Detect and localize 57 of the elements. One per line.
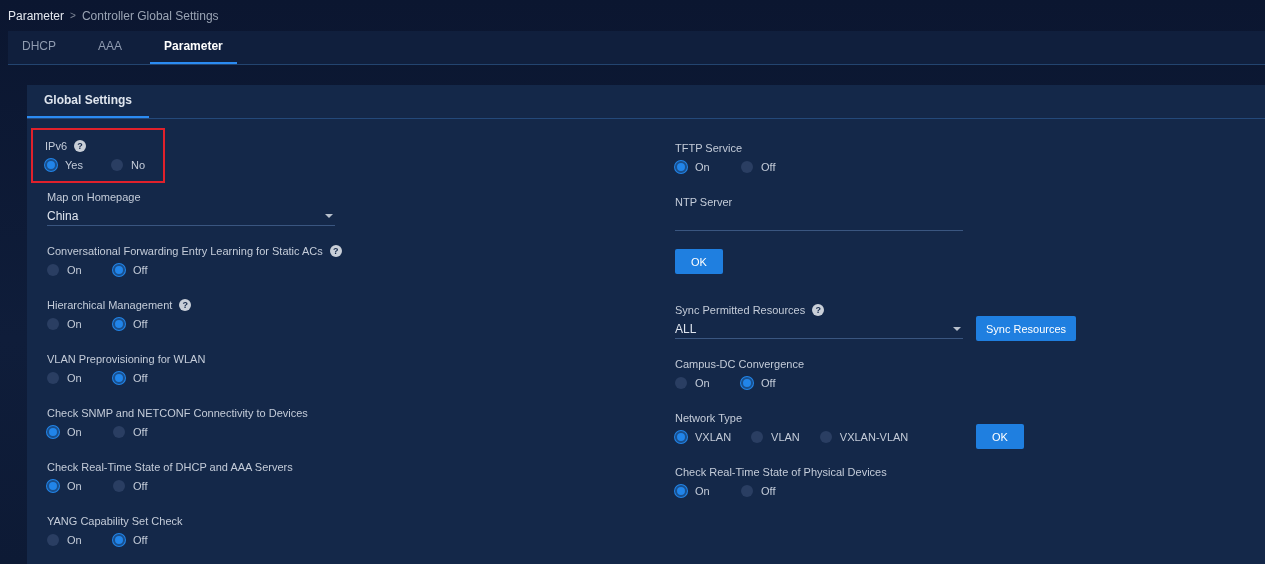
field-label: VLAN Preprovisioning for WLAN: [47, 353, 206, 365]
panel-tab[interactable]: Global Settings: [27, 85, 149, 118]
radio-label[interactable]: Off: [133, 534, 148, 546]
help-icon[interactable]: ?: [179, 299, 192, 311]
dropdown-value: ALL: [675, 321, 697, 336]
radio-label[interactable]: No: [131, 159, 146, 171]
field-label: Map on Homepage: [47, 191, 141, 203]
field-label: Hierarchical Management: [47, 299, 173, 311]
sync-button[interactable]: Sync Resources: [976, 316, 1077, 341]
help-icon[interactable]: ?: [329, 245, 342, 257]
field-label: NTP Server: [675, 196, 733, 208]
radio-label[interactable]: Off: [761, 161, 776, 173]
radio-label[interactable]: On: [67, 264, 82, 276]
field-label: Check SNMP and NETCONF Connectivity to Devices: [47, 407, 308, 419]
tab[interactable]: DHCP: [8, 31, 70, 64]
radio-label[interactable]: Off: [761, 377, 776, 389]
radio-label[interactable]: On: [67, 480, 82, 492]
help-icon[interactable]: ?: [812, 304, 825, 316]
dropdown[interactable]: China: [47, 206, 335, 226]
field-label: Campus-DC Convergence: [675, 358, 804, 370]
radio-label[interactable]: On: [695, 485, 710, 497]
caret-icon: [953, 326, 961, 331]
breadcrumb-link[interactable]: Parameter: [8, 8, 65, 23]
radio-label[interactable]: VLAN: [771, 431, 800, 443]
radio-label[interactable]: On: [67, 372, 82, 384]
breadcrumb-separator: >: [70, 10, 76, 21]
radio-label[interactable]: On: [695, 161, 710, 173]
field-label: YANG Capability Set Check: [47, 515, 183, 527]
field-label: Network Type: [675, 412, 743, 424]
help-icon[interactable]: ?: [74, 140, 86, 152]
ok-button[interactable]: OK: [976, 424, 1024, 449]
radio-label[interactable]: On: [67, 426, 82, 438]
ok-button[interactable]: OK: [675, 249, 723, 274]
radio-label[interactable]: Off: [761, 485, 776, 497]
radio-label[interactable]: VXLAN-VLAN: [839, 431, 909, 443]
dropdown-value: China: [47, 208, 79, 223]
radio-label[interactable]: Off: [133, 264, 148, 276]
tab[interactable]: Parameter: [150, 31, 237, 64]
radio-label[interactable]: Off: [133, 480, 148, 492]
radio-label[interactable]: Off: [133, 318, 148, 330]
field-label: IPv6: [45, 140, 67, 152]
field-label: TFTP Service: [675, 142, 743, 154]
caret-icon: [325, 213, 333, 218]
radio-label[interactable]: Yes: [65, 159, 83, 171]
field-label: Check Real-Time State of DHCP and AAA Servers: [47, 461, 293, 473]
radio-label[interactable]: VXLAN: [695, 431, 732, 443]
tab[interactable]: AAA: [84, 31, 137, 64]
field-label: Conversational Forwarding Entry Learning for Static ACs: [47, 245, 323, 257]
radio-label[interactable]: On: [67, 534, 82, 546]
breadcrumb-current: Controller Global Settings: [81, 8, 219, 23]
radio-label[interactable]: On: [67, 318, 82, 330]
dropdown[interactable]: ALL: [675, 319, 963, 339]
radio-label[interactable]: On: [695, 377, 710, 389]
field-label: Sync Permitted Resources: [675, 304, 806, 316]
radio-label[interactable]: Off: [133, 426, 148, 438]
field-label: Check Real-Time State of Physical Devices: [675, 466, 887, 478]
radio-label[interactable]: Off: [133, 372, 148, 384]
